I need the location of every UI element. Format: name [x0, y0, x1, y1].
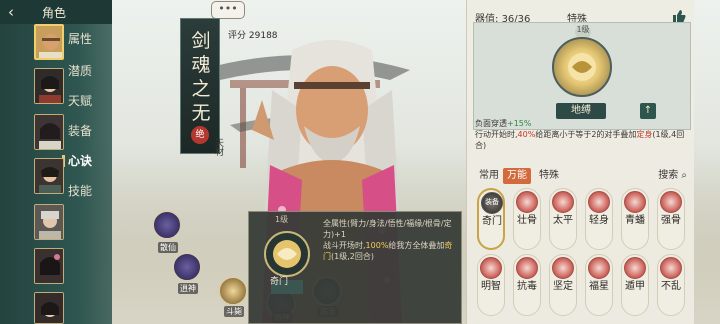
- orb-label-1: 散仙: [158, 242, 178, 253]
- orb-label-2: 逍神: [178, 283, 198, 294]
- skill-icon: [624, 191, 646, 213]
- menu-item-skills[interactable]: 技能: [68, 182, 112, 199]
- avatar[interactable]: [34, 292, 64, 324]
- skill-label: 不乱: [661, 281, 681, 292]
- rarity-badge: 绝: [191, 126, 209, 144]
- popup-text-2-suffix: (1级,2回合): [331, 252, 374, 261]
- orb-skill-2[interactable]: [172, 252, 202, 282]
- skill-card[interactable]: 强骨: [657, 188, 685, 250]
- skill-label: 轻身: [589, 215, 609, 226]
- back-arrow-icon[interactable]: ‹: [8, 1, 30, 23]
- skill-icon: [480, 257, 502, 279]
- skill-icon: [588, 257, 610, 279]
- skill-card[interactable]: 装备 奇门: [477, 188, 505, 250]
- skill-label: 奇门: [482, 216, 502, 227]
- skill-icon: [552, 257, 574, 279]
- popup-level: 1级: [275, 215, 289, 224]
- search-icon: ⌕: [681, 170, 687, 181]
- skill-card[interactable]: 青蟠: [621, 188, 649, 250]
- skill-label: 青蟠: [625, 215, 645, 226]
- skill-card[interactable]: 壮骨: [513, 188, 541, 250]
- skill-label: 坚定: [553, 281, 573, 292]
- skill-icon: [516, 257, 538, 279]
- orb-skill-3[interactable]: [218, 276, 248, 306]
- popup-text-2: 战斗开场时,100%给我方全体叠加奇门(1级,2回合): [323, 240, 459, 262]
- skill-card[interactable]: 福星: [585, 254, 613, 316]
- avatar[interactable]: [34, 248, 64, 284]
- page-title: 角色: [42, 5, 67, 20]
- skill-card[interactable]: 轻身: [585, 188, 613, 250]
- skill-card[interactable]: 太平: [549, 188, 577, 250]
- popup-text-1: 全属性(臂力/身法/悟性/福缘/根骨/定力)+1: [323, 219, 452, 239]
- skill-card[interactable]: 明智: [477, 254, 505, 316]
- effect-1-prefix: 负面穿透: [475, 119, 507, 128]
- skill-label: 抗毒: [517, 281, 537, 292]
- avatar[interactable]: [34, 114, 64, 150]
- qimen-skill-icon: [264, 231, 310, 294]
- avatar[interactable]: [34, 204, 64, 240]
- skill-label: 福星: [589, 281, 609, 292]
- tab-universal[interactable]: 万能: [503, 168, 531, 184]
- search-label: 搜索: [658, 170, 679, 181]
- skill-icon: [552, 191, 574, 213]
- skill-label: 遁甲: [625, 281, 645, 292]
- effect-1-value: +15%: [507, 119, 532, 128]
- menu-item-potential[interactable]: 潜质: [68, 62, 112, 79]
- skill-card[interactable]: 抗毒: [513, 254, 541, 316]
- main-skill-effects: 负面穿透+15% 行动开始时,40%给距离小于等于2的对手叠加定身(1级,4回合…: [475, 118, 689, 151]
- popup-description: 全属性(臂力/身法/悟性/福缘/根骨/定力)+1 战斗开场时,100%给我方全体…: [323, 218, 459, 262]
- skill-grid: 装备 奇门 壮骨 太平 轻身 青蟠 强骨 明智 抗毒 坚定 福星 遁甲 不乱: [475, 188, 691, 324]
- popup-text-2-mid: 给我方全体叠加: [388, 241, 445, 250]
- orb-label-3: 斗毙: [224, 306, 244, 317]
- effect-2-pct: 40%: [517, 130, 536, 139]
- avatar[interactable]: [34, 158, 64, 194]
- menu-item-mind[interactable]: 心诀: [62, 152, 112, 169]
- skill-icon: [588, 191, 610, 213]
- effect-2-prefix: 行动开始时,: [475, 130, 518, 139]
- popup-text-2-highlight: 100%: [365, 241, 389, 250]
- menu-item-talent[interactable]: 天赋: [68, 92, 112, 109]
- effect-2-buff: 定身: [636, 130, 653, 139]
- skill-icon: [516, 191, 538, 213]
- main-skill-box: 1级 地缚 ↑: [473, 22, 691, 130]
- skill-icon: [660, 191, 682, 213]
- main-skill-level: 1级: [576, 25, 590, 34]
- skill-tooltip: 1级 奇门 全属性(臂力/身法/悟性/福缘/根骨/定力)+1 战斗开场时,100…: [248, 211, 462, 324]
- talent-label: 天材: [213, 138, 223, 156]
- main-skill-icon[interactable]: [552, 37, 612, 97]
- tab-special[interactable]: 特殊: [535, 168, 563, 184]
- skill-card[interactable]: 不乱: [657, 254, 685, 316]
- search-button[interactable]: 搜索 ⌕: [658, 168, 687, 184]
- skill-label: 壮骨: [517, 215, 537, 226]
- skill-icon: [660, 257, 682, 279]
- character-name: 剑魂之无: [191, 30, 211, 124]
- popup-skill-name: 奇门: [269, 277, 288, 287]
- skill-tabs: 常用 万能 特殊 搜索 ⌕: [473, 168, 691, 184]
- menu-item-equipment[interactable]: 装备: [68, 122, 112, 139]
- skill-icon: [624, 257, 646, 279]
- skill-label: 明智: [481, 281, 501, 292]
- mind-skill-panel: 器值: 36/36 特殊 1级 地缚 ↑ 负面穿透+15% 行动开始时,40%给…: [466, 0, 694, 324]
- chat-bubble-button[interactable]: •••: [211, 1, 245, 19]
- skill-label: 强骨: [661, 215, 681, 226]
- menu-item-attributes[interactable]: 属性: [68, 30, 112, 47]
- skill-card[interactable]: 坚定: [549, 254, 577, 316]
- main-skill-name[interactable]: 地缚: [556, 103, 606, 119]
- avatar[interactable]: [34, 68, 64, 104]
- sidebar: ‹ 角色 属性 潜质 天赋 装备 心诀 技能: [0, 0, 112, 324]
- avatar[interactable]: [34, 24, 64, 60]
- skill-card[interactable]: 遁甲: [621, 254, 649, 316]
- effect-line-2: 行动开始时,40%给距离小于等于2的对手叠加定身(1级,4回合): [475, 129, 689, 151]
- orb-skill-1[interactable]: [152, 210, 182, 240]
- tab-common[interactable]: 常用: [475, 168, 503, 184]
- skill-label: 太平: [553, 215, 573, 226]
- effect-line-1: 负面穿透+15%: [475, 118, 689, 129]
- effect-2-mid: 给距离小于等于2的对手叠加: [535, 130, 637, 139]
- skill-tag: 装备: [485, 198, 499, 206]
- up-arrow-icon[interactable]: ↑: [640, 103, 656, 119]
- popup-text-2-prefix: 战斗开场时,: [323, 241, 366, 250]
- sidebar-header: ‹ 角色: [0, 0, 112, 24]
